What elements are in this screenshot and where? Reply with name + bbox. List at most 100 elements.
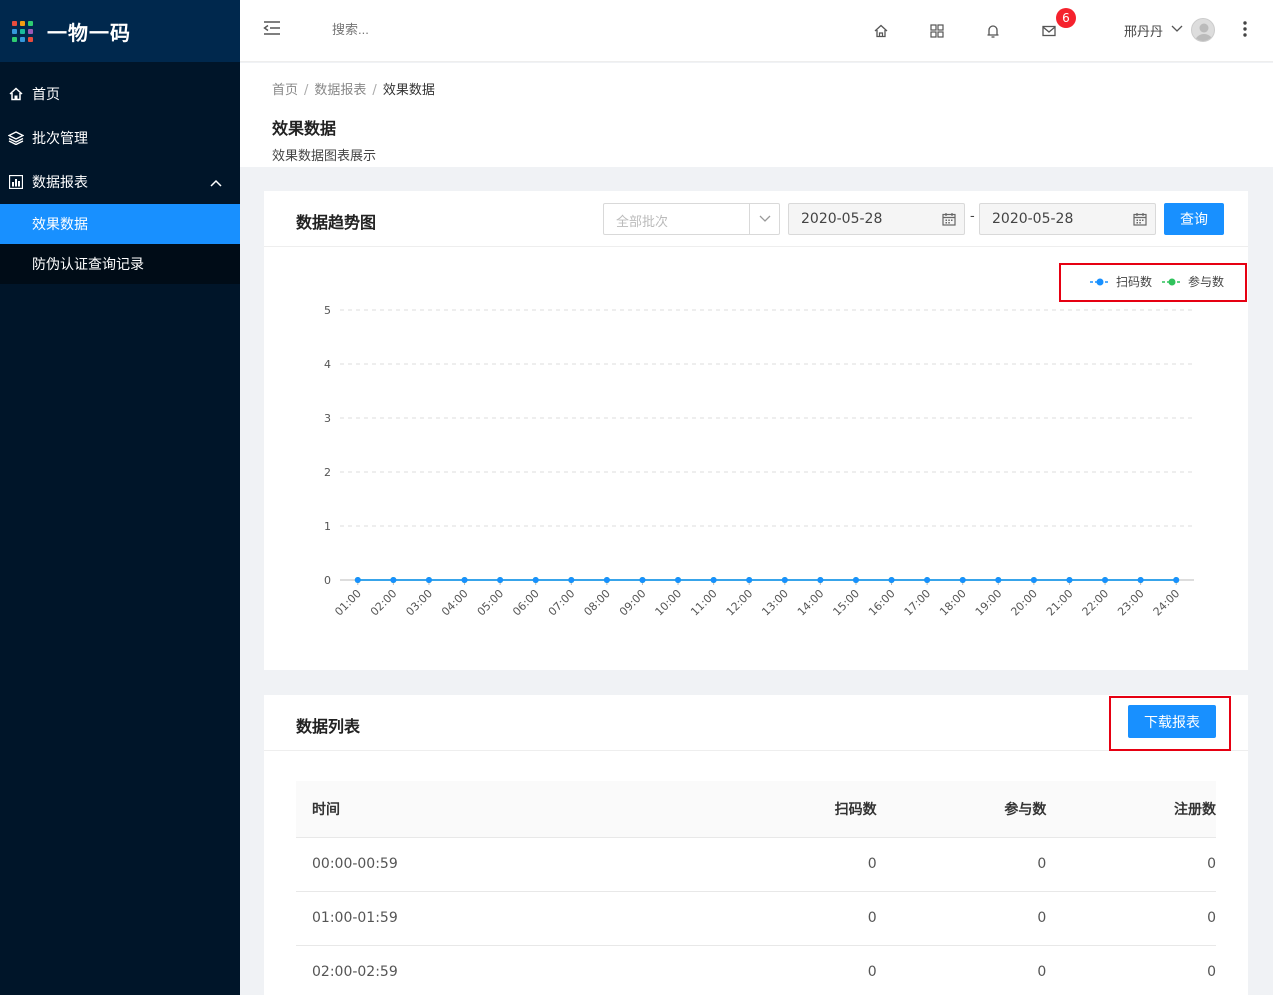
start-date-picker[interactable]: 2020-05-28 (788, 203, 965, 235)
x-tick-label: 21:00 (1044, 587, 1076, 619)
column-header-scans[interactable]: 扫码数 (707, 781, 877, 838)
table-row: 01:00-01:59 0 0 0 (296, 891, 1216, 946)
table-row: 00:00-00:59 0 0 0 (296, 837, 1216, 892)
user-name[interactable]: 邢丹丹 (1124, 21, 1163, 40)
trend-title: 数据趋势图 (296, 213, 377, 232)
end-date-picker[interactable]: 2020-05-28 (979, 203, 1156, 235)
x-tick-label: 12:00 (724, 587, 756, 619)
x-tick-label: 24:00 (1151, 587, 1183, 619)
mail-badge: 6 (1056, 8, 1076, 28)
home-icon (8, 86, 24, 102)
x-tick-label: 13:00 (759, 587, 791, 619)
y-tick-label: 3 (324, 412, 331, 425)
x-tick-label: 09:00 (617, 587, 649, 619)
series-point (461, 577, 468, 583)
series-point (888, 577, 895, 583)
x-tick-label: 16:00 (866, 587, 898, 619)
search-input[interactable] (332, 22, 512, 37)
sidebar-item-label: 防伪认证查询记录 (32, 257, 144, 273)
bar-chart-icon (8, 174, 24, 190)
cell-registrations: 0 (1046, 945, 1216, 995)
x-tick-label: 04:00 (439, 587, 471, 619)
x-tick-label: 19:00 (973, 587, 1005, 619)
cell-participants: 0 (876, 891, 1047, 946)
list-title: 数据列表 (296, 717, 361, 736)
series-point (497, 577, 504, 583)
sidebar-item-effect-data[interactable]: 效果数据 (0, 204, 240, 244)
trend-card-header: 数据趋势图 全部批次 2020-05-28 - 2020-05-28 查询 (264, 191, 1248, 247)
bell-icon[interactable] (982, 20, 1004, 42)
y-tick-label: 0 (324, 574, 331, 587)
column-header-registrations[interactable]: 注册数 (1046, 781, 1216, 838)
layers-icon (8, 130, 24, 146)
sidebar-item-reports[interactable]: 数据报表 (0, 160, 240, 204)
start-date-value: 2020-05-28 (801, 211, 883, 227)
cell-participants: 0 (876, 945, 1047, 995)
sidebar-item-label: 批次管理 (32, 131, 88, 147)
calendar-icon (1133, 212, 1147, 230)
series-point (603, 577, 610, 583)
app-title: 一物一码 (47, 20, 131, 45)
series-point (1066, 577, 1073, 583)
series-point (817, 577, 824, 583)
home-icon[interactable] (870, 20, 892, 42)
cell-registrations: 0 (1046, 891, 1216, 946)
calendar-icon (942, 212, 956, 230)
y-tick-label: 4 (324, 358, 331, 371)
cell-participants: 0 (876, 837, 1047, 892)
series-point (959, 577, 966, 583)
apps-icon[interactable] (926, 20, 948, 42)
batch-select-placeholder: 全部批次 (616, 215, 669, 230)
more-vertical-icon[interactable] (1242, 20, 1248, 42)
breadcrumb-current: 效果数据 (382, 83, 435, 98)
reports-submenu: 效果数据 防伪认证查询记录 (0, 204, 240, 284)
cell-registrations: 0 (1046, 837, 1216, 892)
series-point (354, 577, 361, 583)
chevron-down-icon[interactable] (749, 204, 779, 234)
avatar[interactable] (1191, 18, 1215, 42)
x-axis: 01:00 02:00 03:00 04:00 05:00 06:00 07:00 08:00… (332, 579, 1194, 619)
chart-series (354, 577, 1180, 583)
trend-chart: 0 1 2 3 4 5 01:00 02:00 03:00 04:00 05:00 06:00 07:… (324, 274, 1224, 619)
sidebar-item-batch[interactable]: 批次管理 (0, 116, 240, 160)
chevron-down-icon[interactable] (1171, 23, 1183, 38)
sidebar-item-anti-fake-records[interactable]: 防伪认证查询记录 (0, 244, 240, 284)
menu-fold-icon[interactable] (262, 20, 282, 40)
column-header-participants[interactable]: 参与数 (876, 781, 1047, 838)
download-highlight-box (1109, 696, 1231, 751)
x-tick-label: 10:00 (653, 587, 685, 619)
cell-scans: 0 (707, 891, 877, 946)
sidebar-item-home[interactable]: 首页 (0, 72, 240, 116)
query-button[interactable]: 查询 (1164, 203, 1224, 235)
sidebar: 一物一码 首页 批次管理 数据报表 效果数据 防伪认证查询记录 (0, 0, 240, 995)
x-tick-label: 15:00 (830, 587, 862, 619)
breadcrumb-reports[interactable]: 数据报表 (314, 83, 366, 98)
breadcrumb-home[interactable]: 首页 (272, 83, 298, 98)
sidebar-item-label: 首页 (32, 87, 60, 103)
table-row: 02:00-02:59 0 0 0 (296, 945, 1216, 995)
cell-time: 02:00-02:59 (296, 945, 708, 995)
breadcrumb: 首页 / 数据报表 / 效果数据 (272, 79, 435, 98)
cell-time: 00:00-00:59 (296, 837, 708, 892)
logo[interactable]: 一物一码 (0, 0, 240, 62)
table-header-row: 时间 扫码数 参与数 注册数 (296, 781, 1216, 838)
list-card-header: 数据列表 下载报表 (264, 695, 1248, 751)
series-point (639, 577, 646, 583)
chart-grid (340, 309, 1194, 527)
side-menu: 首页 批次管理 数据报表 效果数据 防伪认证查询记录 (0, 62, 240, 284)
x-tick-label: 08:00 (581, 587, 613, 619)
x-tick-label: 20:00 (1008, 587, 1040, 619)
series-point (1030, 577, 1037, 583)
series-point (390, 577, 397, 583)
page-header: 首页 / 数据报表 / 效果数据 效果数据 效果数据图表展示 (240, 63, 1273, 167)
series-point (1137, 577, 1144, 583)
y-tick-label: 5 (324, 304, 331, 317)
batch-select[interactable]: 全部批次 (603, 203, 780, 235)
series-point (995, 577, 1002, 583)
cell-time: 01:00-01:59 (296, 891, 708, 946)
date-range-separator: - (970, 209, 975, 224)
trend-card: 数据趋势图 全部批次 2020-05-28 - 2020-05-28 查询 01… (264, 191, 1248, 670)
top-header: 6 邢丹丹 (240, 0, 1273, 62)
x-tick-label: 02:00 (368, 587, 400, 619)
column-header-time[interactable]: 时间 (296, 781, 708, 838)
